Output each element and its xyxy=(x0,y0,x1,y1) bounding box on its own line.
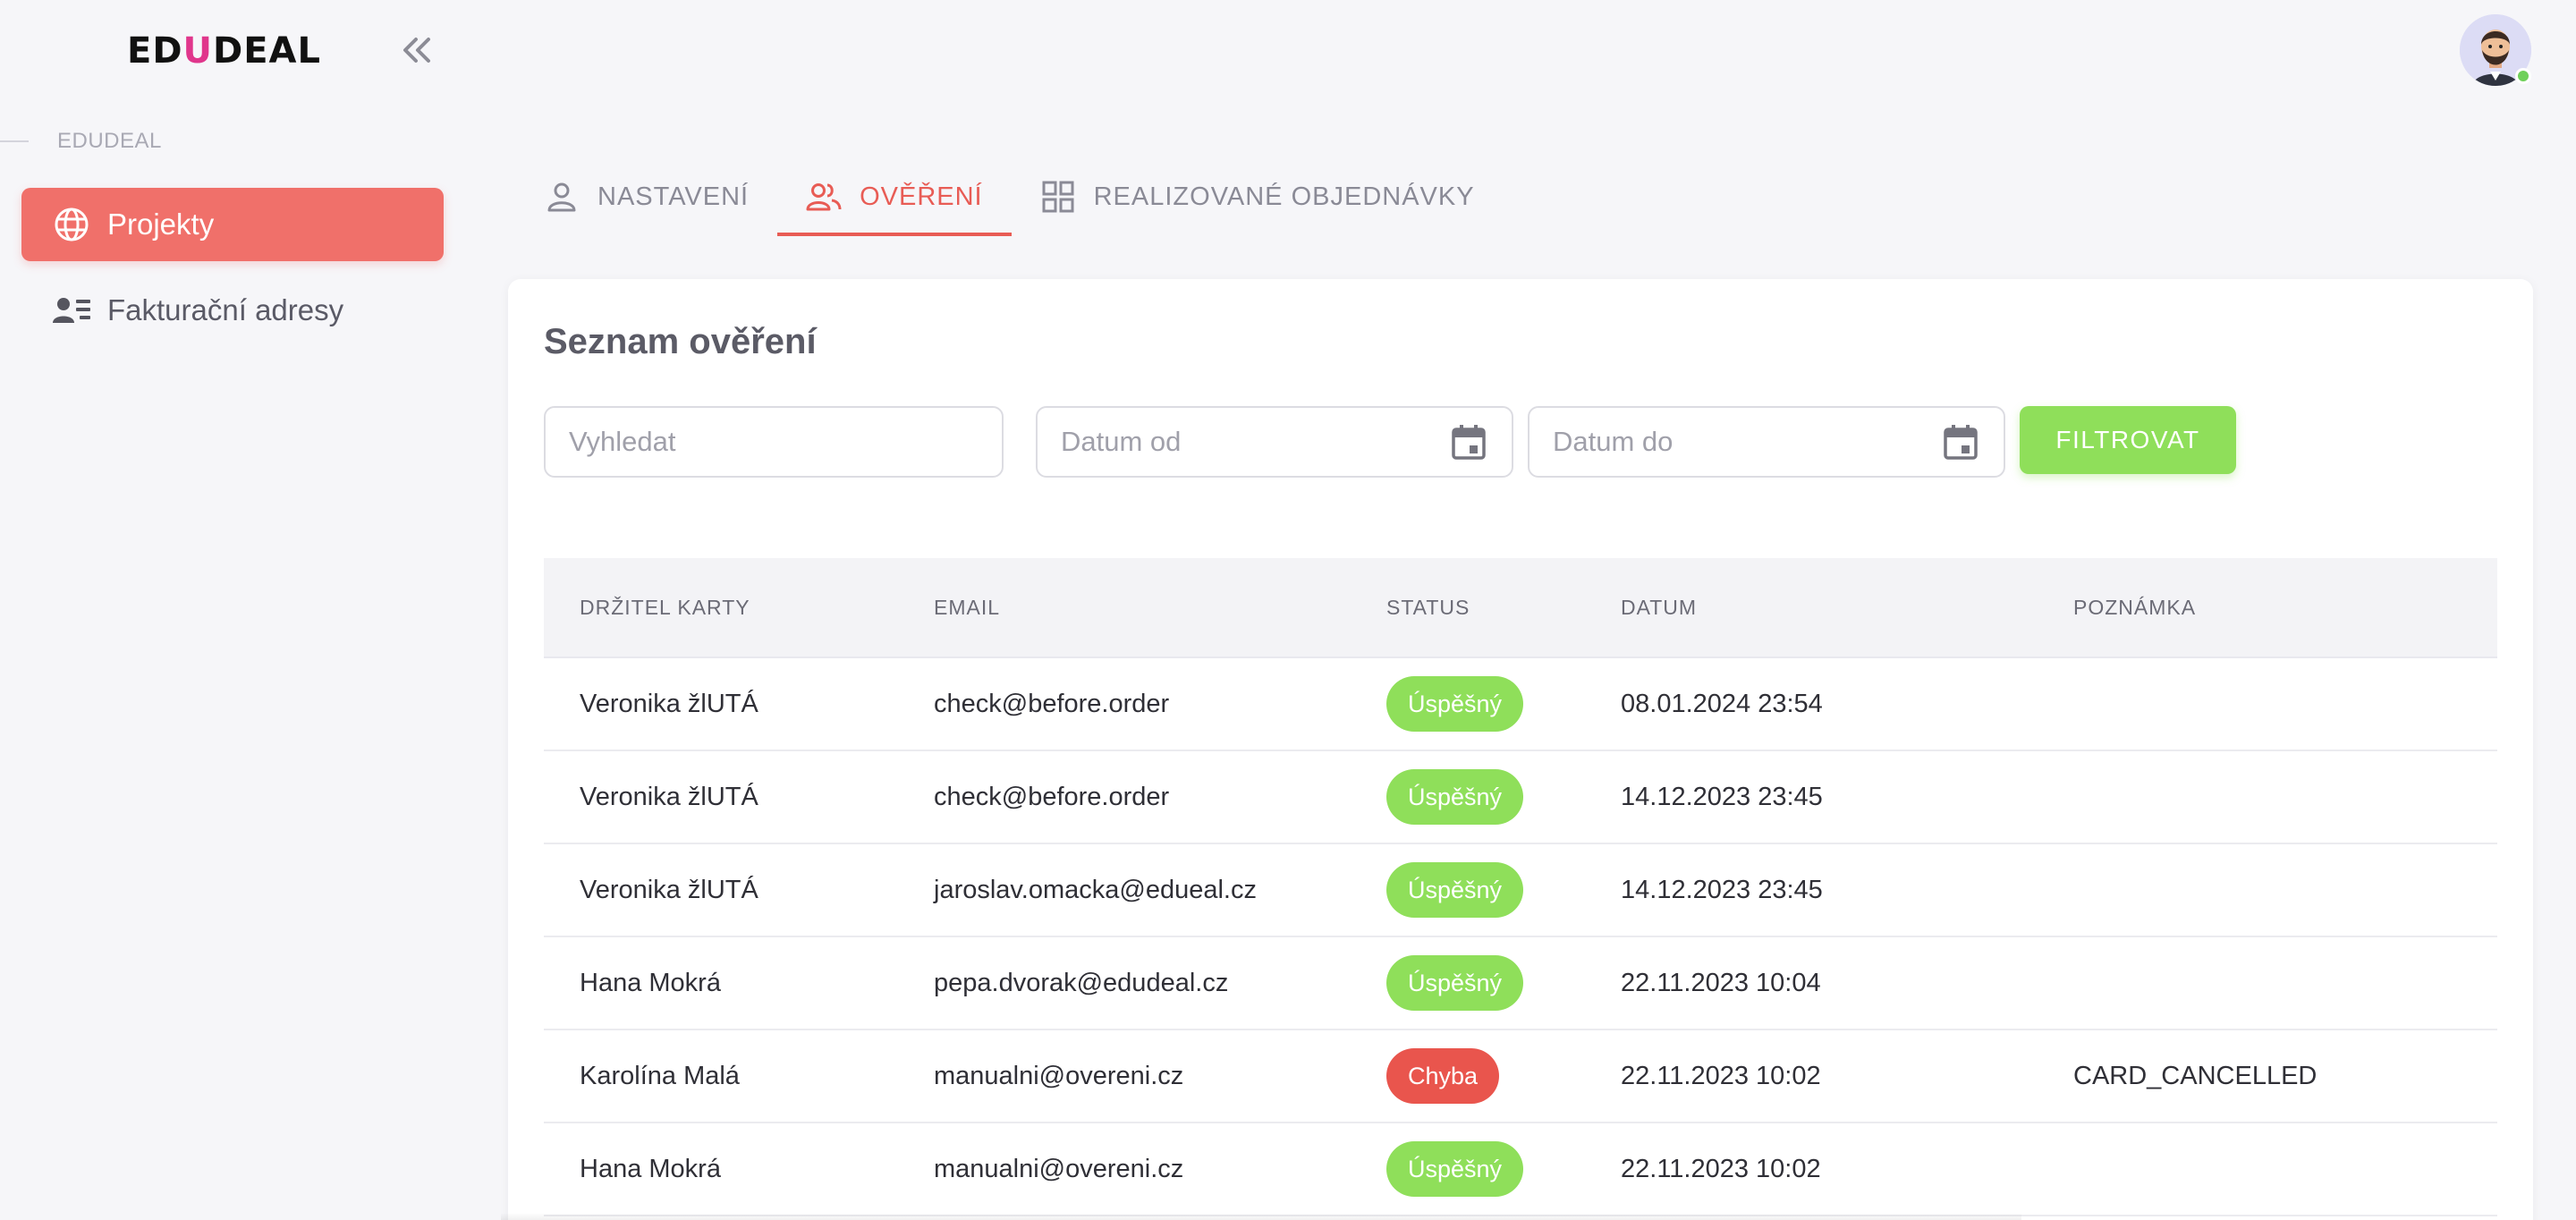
cell-status: Chyba xyxy=(1386,1048,1500,1104)
cell-email: jaroslav.omacka@edueal.cz xyxy=(934,875,1257,904)
cell-date: 22.11.2023 10:02 xyxy=(1621,1154,1821,1183)
cell-status: Úspěšný xyxy=(1386,1141,1524,1197)
cell-status: Úspěšný xyxy=(1386,769,1524,825)
column-header-date[interactable]: DATUM xyxy=(1621,596,1697,620)
date-from-field xyxy=(1036,406,1513,478)
sidebar-item-projekty[interactable]: Projekty xyxy=(21,188,444,261)
cell-holder: Hana Mokrá xyxy=(580,968,721,997)
people-icon xyxy=(806,179,842,215)
calendar-icon[interactable] xyxy=(1941,422,1980,462)
table-row[interactable]: Karolína Malá manualni@overeni.cz Chyba 22.… xyxy=(544,1030,2497,1123)
section-divider xyxy=(0,140,29,142)
sidebar-item-fakturacni-adresy[interactable]: Fakturační adresy xyxy=(21,274,444,347)
column-header-holder[interactable]: DRŽITEL KARTY xyxy=(580,596,750,620)
date-to-input[interactable] xyxy=(1553,426,1941,458)
table-row[interactable]: Veronika žlUTÁ jaroslav.omacka@edueal.cz Ú… xyxy=(544,844,2497,937)
scroll-shadow xyxy=(501,1213,2021,1220)
status-badge: Úspěšný xyxy=(1386,862,1524,918)
edudeal-logo[interactable]: EDUDEAL xyxy=(127,30,321,72)
status-badge: Úspěšný xyxy=(1386,955,1524,1011)
cell-status: Úspěšný xyxy=(1386,862,1524,918)
logo-text-prefix: ED xyxy=(127,30,183,72)
grid-icon xyxy=(1040,179,1076,215)
logo-text-u: U xyxy=(182,30,214,72)
search-field xyxy=(544,406,1004,478)
sidebar-item-label: Fakturační adresy xyxy=(107,293,344,326)
cell-date: 14.12.2023 23:45 xyxy=(1621,782,1823,811)
cell-date: 08.01.2024 23:54 xyxy=(1621,689,1823,718)
tab-overeni[interactable]: OVĚŘENÍ xyxy=(777,157,1012,236)
search-input[interactable] xyxy=(569,426,979,458)
logo-text-suffix: DEAL xyxy=(213,30,321,72)
tab-label: REALIZOVANÉ OBJEDNÁVKY xyxy=(1093,182,1475,211)
calendar-icon[interactable] xyxy=(1449,422,1488,462)
status-badge: Úspěšný xyxy=(1386,1141,1524,1197)
cell-holder: Karolína Malá xyxy=(580,1061,740,1090)
collapse-sidebar-button[interactable] xyxy=(397,30,436,70)
globe-icon xyxy=(52,205,91,244)
person-icon xyxy=(544,179,580,215)
card-title: Seznam ověření xyxy=(544,322,817,361)
sidebar-section-label: EDUDEAL xyxy=(57,129,162,153)
cell-date: 14.12.2023 23:45 xyxy=(1621,875,1823,904)
online-status-dot xyxy=(2515,68,2531,84)
column-header-email[interactable]: EMAIL xyxy=(934,596,1000,620)
column-header-note[interactable]: POZNÁMKA xyxy=(2073,596,2196,620)
cell-holder: Veronika žlUTÁ xyxy=(580,875,758,904)
filter-button[interactable]: FILTROVAT xyxy=(2020,406,2236,474)
contact-list-icon xyxy=(52,291,91,330)
date-to-field xyxy=(1528,406,2005,478)
cell-email: check@before.order xyxy=(934,782,1170,811)
table-header: DRŽITEL KARTY EMAIL STATUS DATUM POZNÁMK… xyxy=(544,558,2497,658)
date-from-input[interactable] xyxy=(1061,426,1449,458)
tab-nastaveni[interactable]: NASTAVENÍ xyxy=(515,157,777,236)
verification-table: DRŽITEL KARTY EMAIL STATUS DATUM POZNÁMK… xyxy=(544,558,2497,1216)
table-row[interactable]: Veronika žlUTÁ check@before.order Úspěšný 0… xyxy=(544,658,2497,751)
cell-holder: Hana Mokrá xyxy=(580,1154,721,1183)
table-body: Veronika žlUTÁ check@before.order Úspěšný 0… xyxy=(544,658,2497,1216)
double-chevron-left-icon xyxy=(403,38,430,63)
sidebar: EDUDEAL EDUDEAL Projekty Fakturační adre… xyxy=(0,0,465,1220)
cell-holder: Veronika žlUTÁ xyxy=(580,689,758,718)
cell-email: pepa.dvorak@edudeal.cz xyxy=(934,968,1229,997)
status-badge: Úspěšný xyxy=(1386,769,1524,825)
profile-tabs: NASTAVENÍ OVĚŘENÍ REALIZOVANÉ OBJEDNÁVKY xyxy=(515,157,1504,236)
tab-label: NASTAVENÍ xyxy=(597,182,750,211)
cell-email: manualni@overeni.cz xyxy=(934,1154,1184,1183)
tab-label: OVĚŘENÍ xyxy=(860,182,983,211)
status-badge: Úspěšný xyxy=(1386,676,1524,732)
cell-note: CARD_CANCELLED xyxy=(2073,1061,2318,1090)
table-row[interactable]: Hana Mokrá manualni@overeni.cz Úspěšný 22.1… xyxy=(544,1123,2497,1216)
cell-email: manualni@overeni.cz xyxy=(934,1061,1184,1090)
cell-status: Úspěšný xyxy=(1386,955,1524,1011)
verification-card: Seznam ověření FILTROVA xyxy=(508,279,2533,1220)
sidebar-item-label: Projekty xyxy=(107,208,215,241)
table-row[interactable]: Veronika žlUTÁ check@before.order Úspěšný 1… xyxy=(544,751,2497,844)
cell-status: Úspěšný xyxy=(1386,676,1524,732)
status-badge: Chyba xyxy=(1386,1048,1500,1104)
tab-realizovane-objednavky[interactable]: REALIZOVANÉ OBJEDNÁVKY xyxy=(1012,157,1504,236)
table-row[interactable]: Hana Mokrá pepa.dvorak@edudeal.cz Úspěšný 2… xyxy=(544,937,2497,1030)
cell-date: 22.11.2023 10:04 xyxy=(1621,968,1821,997)
cell-holder: Veronika žlUTÁ xyxy=(580,782,758,811)
column-header-status[interactable]: STATUS xyxy=(1386,596,1470,620)
cell-date: 22.11.2023 10:02 xyxy=(1621,1061,1821,1090)
cell-email: check@before.order xyxy=(934,689,1170,718)
